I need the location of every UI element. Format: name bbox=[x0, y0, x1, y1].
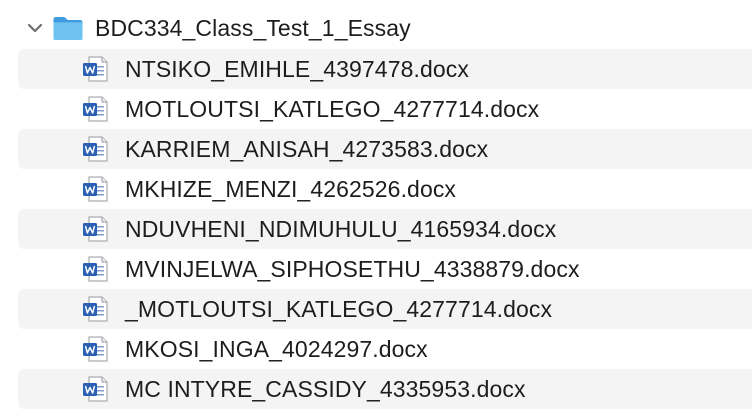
file-row[interactable]: MVINJELWA_SIPHOSETHU_4338879.docx bbox=[0, 249, 752, 289]
finder-list-view: BDC334_Class_Test_1_Essay NTSIKO_EMIHLE_… bbox=[0, 0, 752, 418]
file-name: _MOTLOUTSI_KATLEGO_4277714.docx bbox=[125, 296, 553, 322]
chevron-down-icon[interactable] bbox=[24, 20, 46, 36]
file-row[interactable]: MOTLOUTSI_KATLEGO_4277714.docx bbox=[0, 89, 752, 129]
folder-name: BDC334_Class_Test_1_Essay bbox=[95, 15, 411, 41]
file-name: KARRIEM_ANISAH_4273583.docx bbox=[125, 136, 489, 162]
file-row[interactable]: NTSIKO_EMIHLE_4397478.docx bbox=[0, 49, 752, 89]
file-name: MOTLOUTSI_KATLEGO_4277714.docx bbox=[125, 96, 540, 122]
file-name: NTSIKO_EMIHLE_4397478.docx bbox=[125, 56, 469, 82]
word-doc-icon bbox=[82, 56, 110, 82]
file-name: MKHIZE_MENZI_4262526.docx bbox=[125, 176, 457, 202]
word-doc-icon bbox=[82, 256, 110, 282]
file-name: MC INTYRE_CASSIDY_4335953.docx bbox=[125, 376, 526, 402]
word-doc-icon bbox=[82, 376, 110, 402]
word-doc-icon bbox=[82, 296, 110, 322]
file-row[interactable]: MC INTYRE_CASSIDY_4335953.docx bbox=[0, 369, 752, 409]
word-doc-icon bbox=[82, 336, 110, 362]
word-doc-icon bbox=[82, 136, 110, 162]
file-row[interactable]: MKHIZE_MENZI_4262526.docx bbox=[0, 169, 752, 209]
file-row[interactable]: KARRIEM_ANISAH_4273583.docx bbox=[0, 129, 752, 169]
word-doc-icon bbox=[82, 176, 110, 202]
file-name: NDUVHENI_NDIMUHULU_4165934.docx bbox=[125, 216, 557, 242]
file-row[interactable]: MKOSI_INGA_4024297.docx bbox=[0, 329, 752, 369]
word-doc-icon bbox=[82, 96, 110, 122]
file-name: MKOSI_INGA_4024297.docx bbox=[125, 336, 428, 362]
file-row[interactable]: _MOTLOUTSI_KATLEGO_4277714.docx bbox=[0, 289, 752, 329]
file-row[interactable]: NDUVHENI_NDIMUHULU_4165934.docx bbox=[0, 209, 752, 249]
folder-row[interactable]: BDC334_Class_Test_1_Essay bbox=[0, 8, 752, 48]
folder-icon bbox=[52, 15, 84, 41]
word-doc-icon bbox=[82, 216, 110, 242]
file-list: NTSIKO_EMIHLE_4397478.docx MOTLOUTSI_KAT… bbox=[0, 49, 752, 409]
file-name: MVINJELWA_SIPHOSETHU_4338879.docx bbox=[125, 256, 580, 282]
